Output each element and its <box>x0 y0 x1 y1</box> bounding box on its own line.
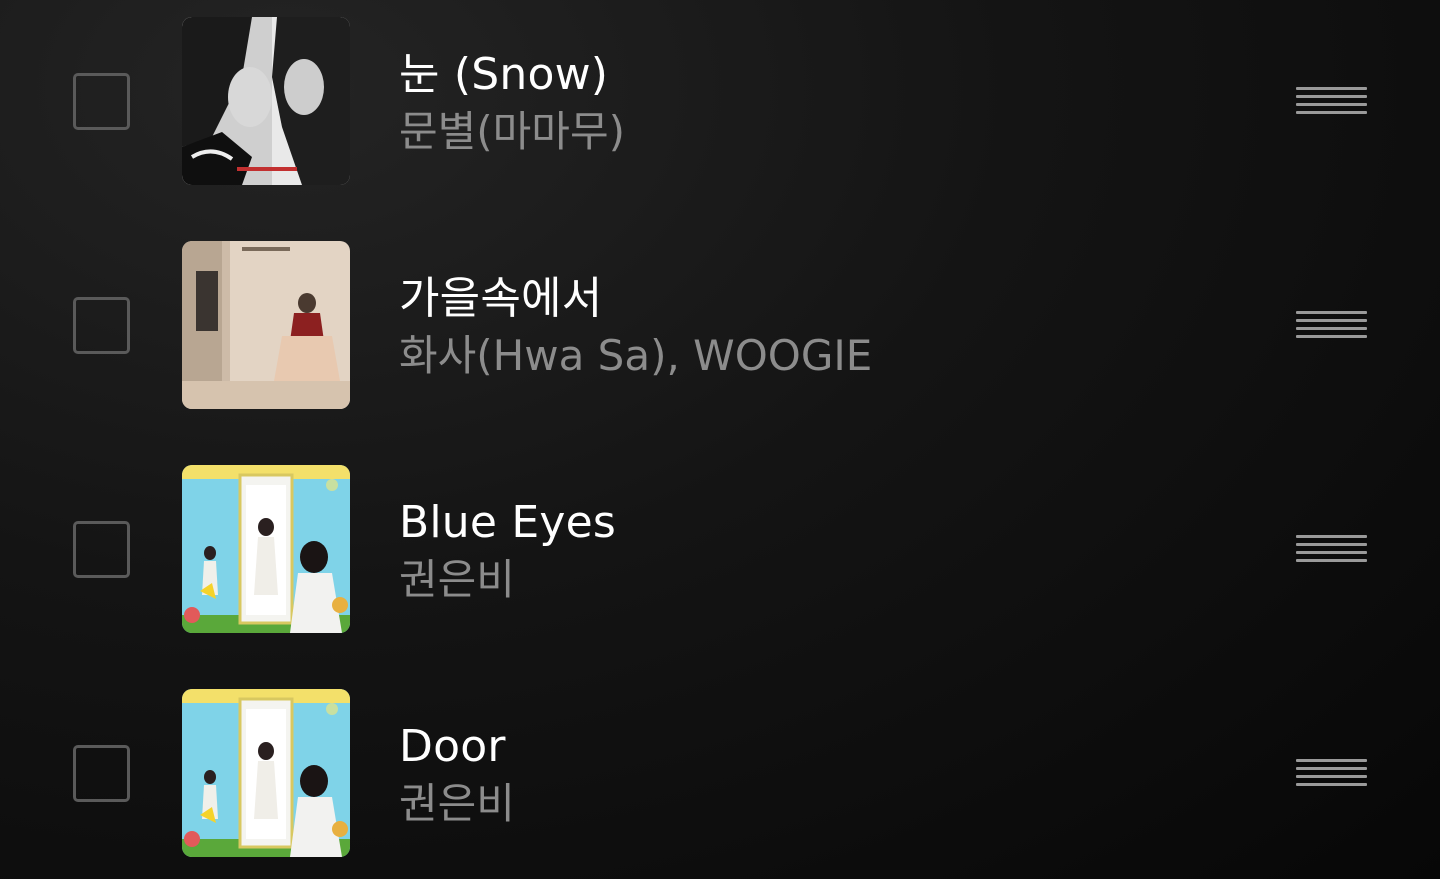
track-select-checkbox[interactable] <box>73 297 130 354</box>
track-artist: 화사(Hwa Sa), WOOGIE <box>399 331 873 380</box>
album-art <box>182 465 350 633</box>
track-artist: 권은비 <box>399 555 515 604</box>
track-artist: 권은비 <box>399 779 515 828</box>
drag-handle-icon[interactable] <box>1296 311 1367 339</box>
album-art <box>182 689 350 857</box>
track-select-checkbox[interactable] <box>73 73 130 130</box>
track-row[interactable]: Blue Eyes 권은비 <box>0 437 1440 661</box>
track-title: 눈 (Snow) <box>399 49 609 100</box>
drag-handle-icon[interactable] <box>1296 87 1367 115</box>
track-select-checkbox[interactable] <box>73 521 130 578</box>
album-art <box>182 241 350 409</box>
track-row[interactable]: 눈 (Snow) 문별(마마무) <box>0 0 1440 213</box>
track-title: 가을속에서 <box>399 273 603 324</box>
drag-handle-icon[interactable] <box>1296 759 1367 787</box>
track-list: 눈 (Snow) 문별(마마무) 가을속에서 화사(Hwa Sa), WOOGI… <box>0 0 1440 879</box>
track-select-checkbox[interactable] <box>73 745 130 802</box>
track-row[interactable]: Door 권은비 <box>0 661 1440 879</box>
track-row[interactable]: 가을속에서 화사(Hwa Sa), WOOGIE <box>0 213 1440 437</box>
track-artist: 문별(마마무) <box>399 107 625 156</box>
album-art <box>182 17 350 185</box>
track-title: Door <box>399 721 506 772</box>
drag-handle-icon[interactable] <box>1296 535 1367 563</box>
track-title: Blue Eyes <box>399 497 616 548</box>
